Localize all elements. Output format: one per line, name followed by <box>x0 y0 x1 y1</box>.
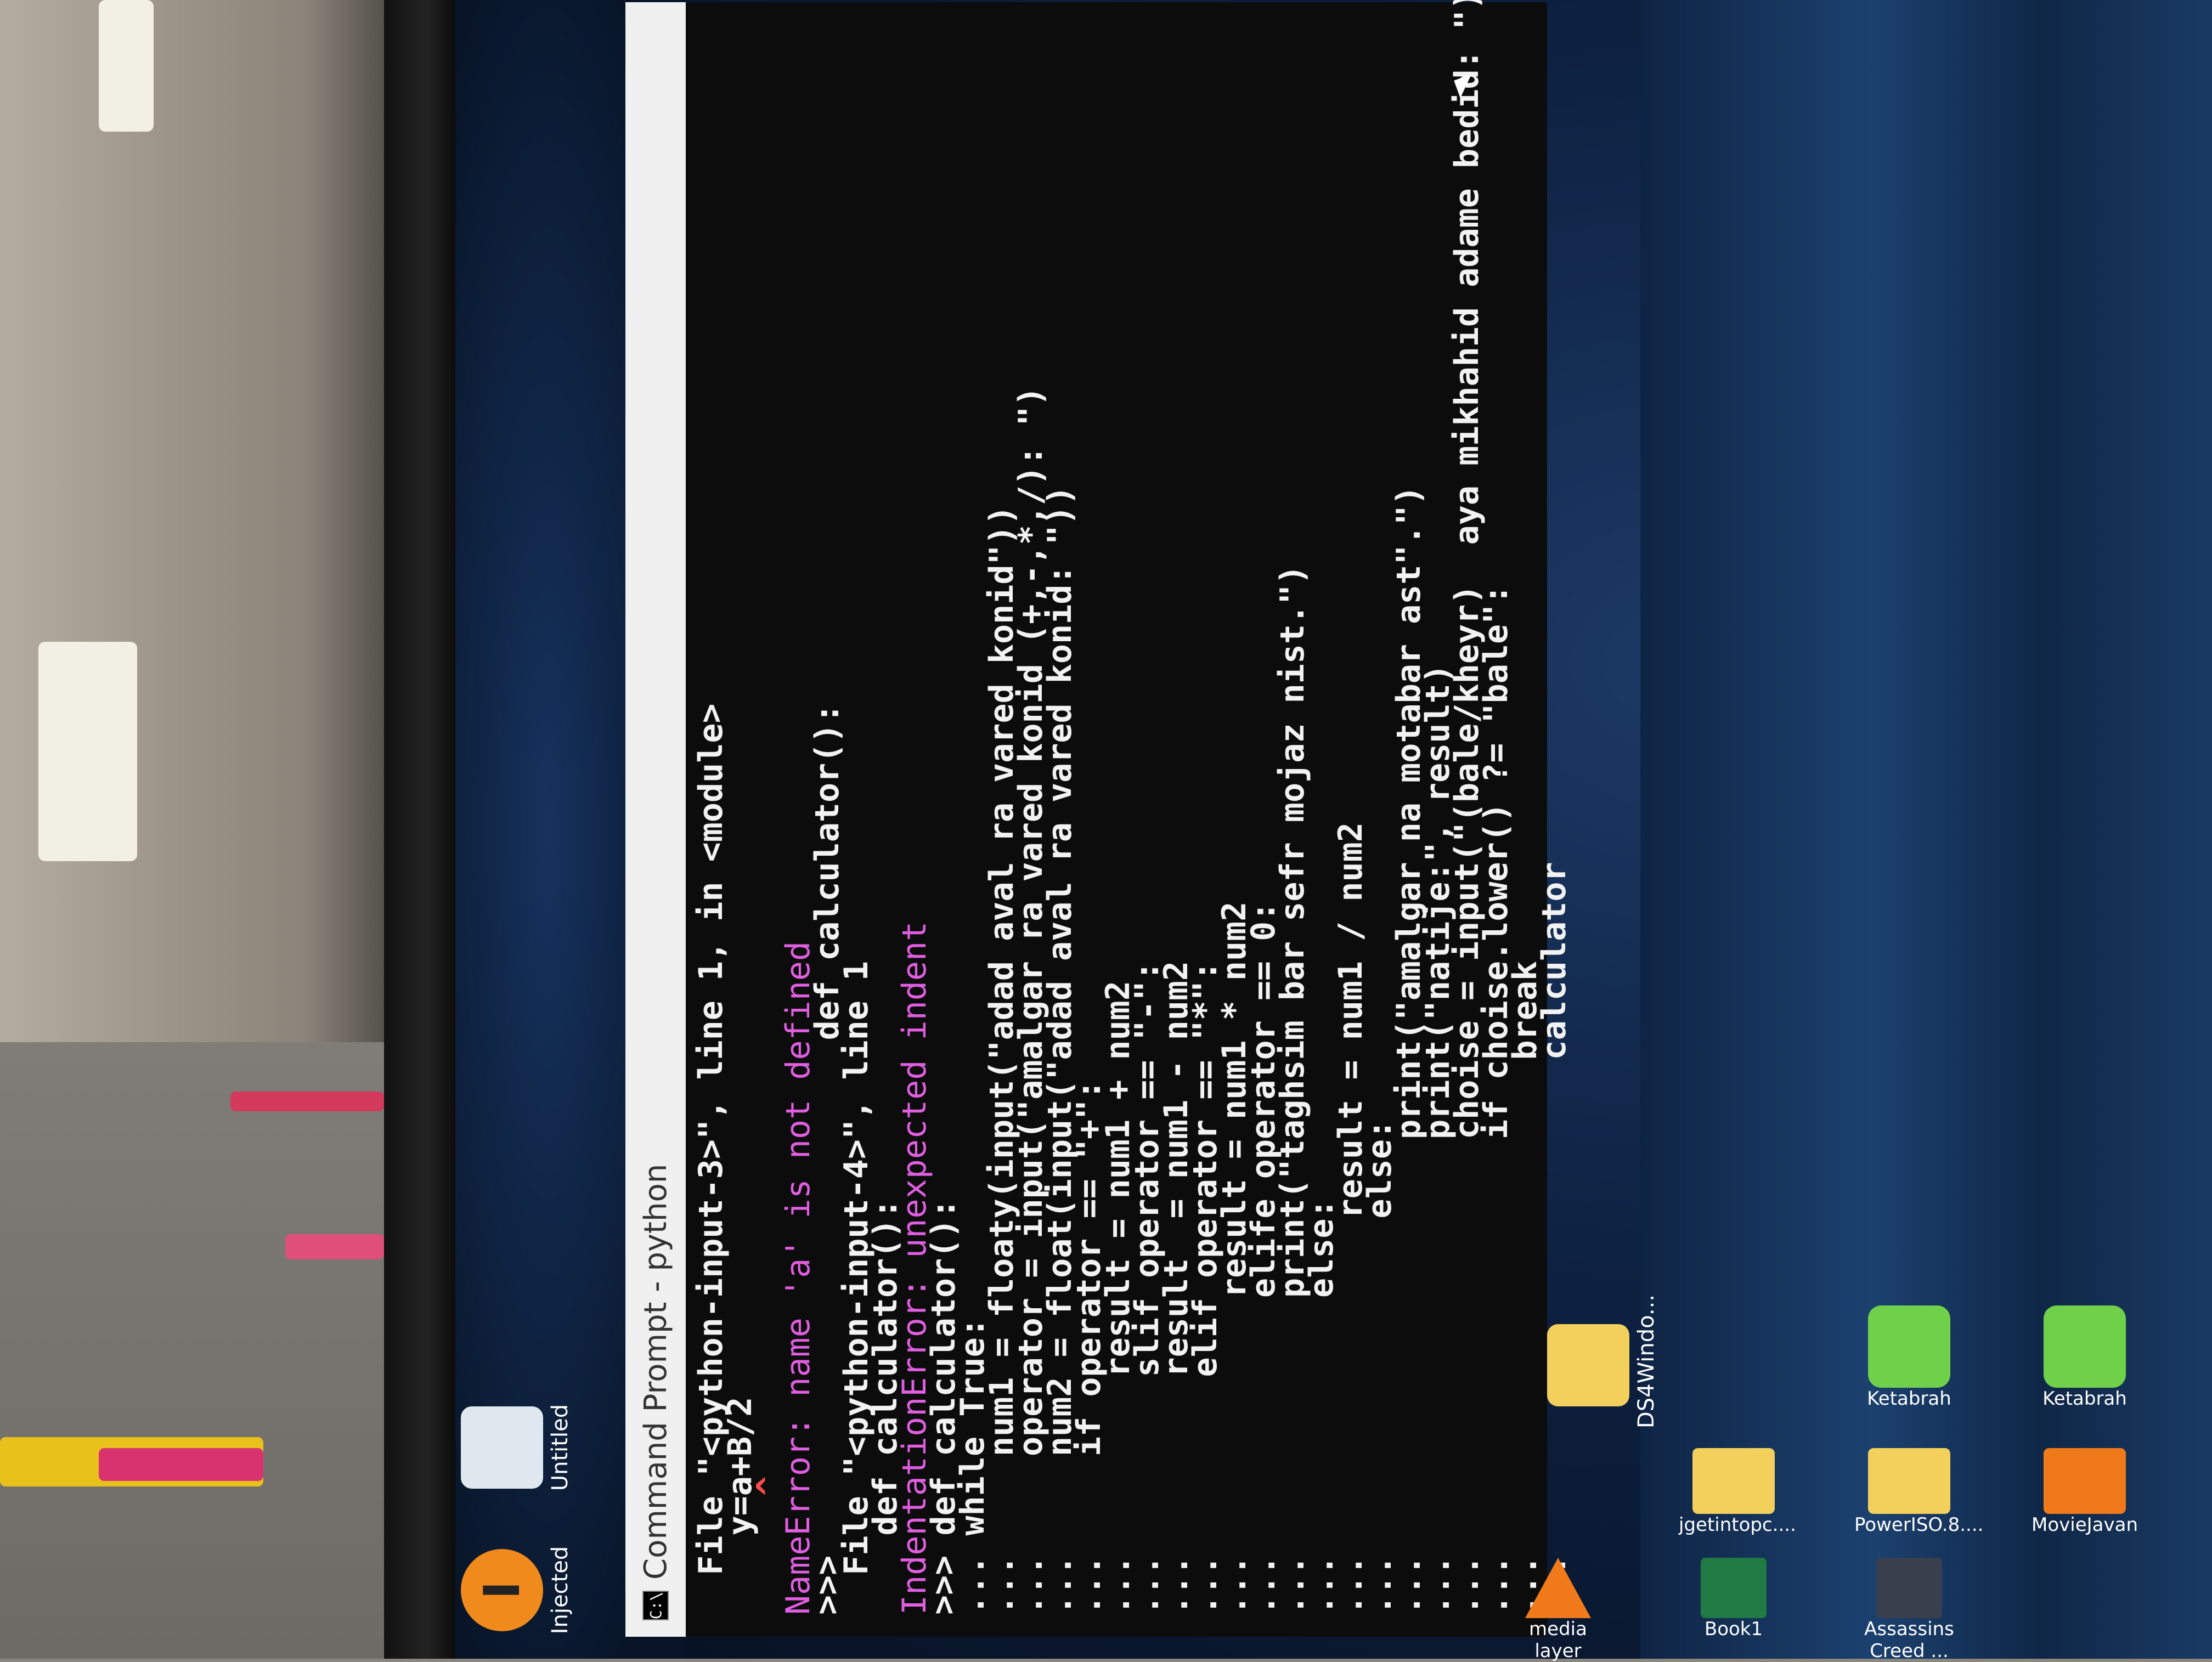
ceiling-light <box>38 642 137 861</box>
window-title: Command Prompt - python <box>637 1163 674 1580</box>
desktop-icon-grid: Ketabrah Ketabrah jgetintopc.... PowerIS… <box>1525 1305 2205 1662</box>
floor-toy <box>230 1092 384 1111</box>
desktop-icon-label: PowerISO.8.... <box>1854 1514 1984 1536</box>
document-icon <box>461 1406 543 1489</box>
desktop-icon-book1[interactable]: Book1 <box>1679 1558 1788 1640</box>
vlc-icon <box>1525 1558 1591 1618</box>
floor <box>0 1042 395 1659</box>
desktop-icon-label: MovieJavan <box>2032 1514 2138 1536</box>
desktop-icon-label: media layer <box>1529 1618 1587 1662</box>
ketabrah-icon <box>2044 1305 2126 1388</box>
desktop-icon-media-player[interactable]: media layer <box>1503 1558 1613 1662</box>
console-output[interactable]: File "<python-input-3>", line 1, in <mod… <box>686 0 1580 1637</box>
desktop-icon-label: Ketabrah <box>2042 1388 2127 1410</box>
taskbar-item-untitled[interactable]: Untitled <box>461 1384 573 1511</box>
excel-icon <box>1701 1558 1767 1618</box>
desktop-icon-label: Assassins Creed ... <box>1864 1618 1954 1662</box>
monitor-bezel <box>384 0 455 1659</box>
ketabrah-icon <box>1868 1305 1950 1388</box>
desktop: I Injected Untitled C:\ Command Prompt -… <box>455 0 1659 1659</box>
desktop-icon-label: Book1 <box>1704 1618 1763 1640</box>
folder-icon <box>1868 1448 1950 1514</box>
taskbar-item-label: Injected <box>548 1546 573 1635</box>
ceiling-light <box>99 0 154 132</box>
desktop-icon-jgetintopc[interactable]: jgetintopc.... <box>1679 1448 1796 1536</box>
cmd-icon: C:\ <box>642 1591 669 1620</box>
console-line: File "<python-input-3>", line 1, in <mod… <box>692 703 730 1615</box>
desktop-icon-poweriso[interactable]: PowerISO.8.... <box>1854 1448 1983 1536</box>
game-icon <box>1876 1558 1942 1618</box>
taskbar-item-injected[interactable]: I Injected <box>461 1527 573 1653</box>
folder-icon <box>1692 1448 1775 1514</box>
desktop-icon-ketabrah-2[interactable]: Ketabrah <box>2030 1305 2140 1410</box>
desktop-icon-assassins-creed[interactable]: Assassins Creed ... <box>1854 1558 1964 1662</box>
moviejavan-icon <box>2044 1448 2126 1514</box>
floor-toy <box>285 1234 384 1259</box>
window-titlebar[interactable]: C:\ Command Prompt - python <box>625 2 686 1637</box>
desktop-icon-moviejavan[interactable]: MovieJavan <box>2030 1448 2140 1536</box>
desktop-icon-label: jgetintopc.... <box>1679 1514 1796 1536</box>
folder-icon <box>1547 1324 1629 1406</box>
desktop-icon-label: Ketabrah <box>1867 1388 1951 1410</box>
injected-app-icon: I <box>461 1549 543 1631</box>
taskbar-item-label: Untitled <box>548 1404 573 1491</box>
command-prompt-window[interactable]: C:\ Command Prompt - python File "<pytho… <box>625 0 1573 1637</box>
floor-toy <box>99 1448 263 1481</box>
taskbar: I Injected Untitled <box>455 0 620 1659</box>
desktop-icon-ketabrah[interactable]: Ketabrah <box>1854 1305 1964 1410</box>
